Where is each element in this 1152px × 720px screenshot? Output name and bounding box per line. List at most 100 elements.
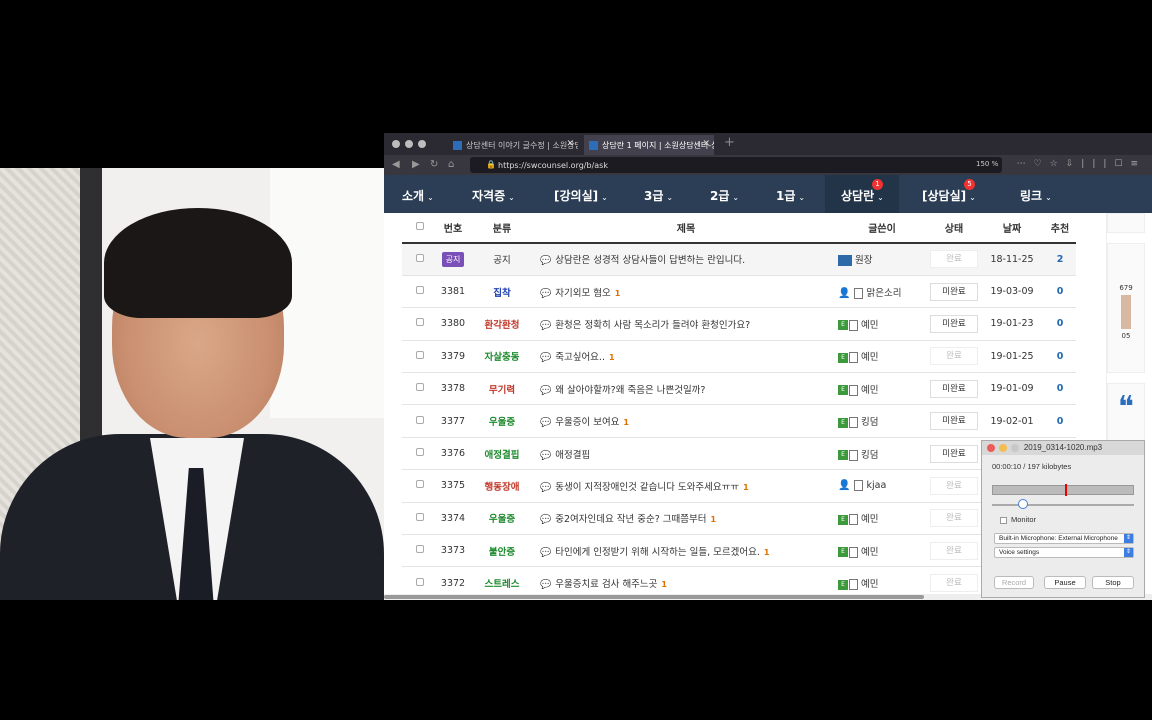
row-checkbox[interactable] [416,512,424,521]
post-title-link[interactable]: 죽고싶어요.. [555,352,605,363]
row-select[interactable] [402,340,438,374]
post-title-link[interactable]: 우울증치료 검사 해주느곳 [555,579,657,590]
author-name[interactable]: 원장 [855,255,872,266]
reload-icon[interactable]: ↻ [430,159,438,170]
nav-item-intro[interactable]: 소개 ⌄ [402,187,434,204]
monitor-option[interactable]: Monitor [1000,515,1036,524]
row-select[interactable] [402,502,438,536]
author-name[interactable]: 킹덤 [861,417,878,428]
close-window-icon[interactable] [392,140,400,148]
row-category[interactable]: 애정결핍 [468,437,536,471]
row-title[interactable]: 💬 죽고싶어요.. 1 [536,340,836,374]
maximize-window-icon[interactable] [418,140,426,148]
table-row[interactable]: 3380 환각환청 💬 환청은 정확히 사람 목소리가 들려야 환청인가요? E 예민 미완… [402,307,1076,341]
row-select[interactable] [402,372,438,406]
row-category[interactable]: 공지 [468,243,536,276]
table-row[interactable]: 3376 애정결핍 💬 애정결핍 E 킹덤 미완료 [402,437,1076,471]
row-author[interactable]: E 킹덤 [836,437,928,471]
scrollbar-thumb[interactable] [384,595,924,599]
row-checkbox[interactable] [416,577,424,586]
post-title-link[interactable]: 환청은 정확히 사람 목소리가 들려야 환청인가요? [555,320,750,331]
row-category[interactable]: 자살충동 [468,340,536,374]
post-title-link[interactable]: 상담란은 성경적 상담사들이 답변하는 란입니다. [555,255,745,266]
record-button[interactable]: Record [994,576,1034,589]
back-icon[interactable]: ◀ [392,159,400,170]
author-name[interactable]: 예민 [861,547,878,558]
row-author[interactable]: E 킹덤 [836,404,928,438]
row-title[interactable]: 💬 동생이 지적장애인것 같습니다 도와주세요ㅠㅠ 1 [536,469,836,503]
row-author[interactable]: E 예민 [836,307,928,341]
row-author[interactable]: E 예민 [836,534,928,568]
table-row[interactable]: 3381 집착 💬 자기외모 혐오 1 👤 맑은소리 미완료 19-03-09 0 [402,275,1076,309]
post-title-link[interactable]: 우울증이 보여요 [555,417,619,428]
row-checkbox[interactable] [416,350,424,359]
row-category[interactable]: 우울증 [468,404,536,438]
row-category[interactable]: 우울증 [468,502,536,536]
author-name[interactable]: 예민 [861,579,878,590]
address-bar[interactable]: 🔒 https://swcounsel.org/b/ask [470,157,1002,173]
kakao-talk-icon[interactable]: ❝ [1107,383,1145,443]
row-select[interactable] [402,307,438,341]
row-author[interactable]: 원장 [836,243,928,276]
row-select[interactable] [402,243,438,276]
author-name[interactable]: 맑은소리 [866,288,901,299]
nav-item-counsel-room[interactable]: 5 [상담실] ⌄ [922,179,976,204]
row-select[interactable] [402,469,438,503]
row-category[interactable]: 무기력 [468,372,536,406]
row-select[interactable] [402,404,438,438]
tab-close-icon[interactable]: ✕ [702,139,710,149]
row-title[interactable]: 💬 애정결핍 [536,437,836,471]
row-category[interactable]: 불안증 [468,534,536,568]
nav-item-level2[interactable]: 2급 ⌄ [710,187,739,204]
row-author[interactable]: E 예민 [836,372,928,406]
row-select[interactable] [402,275,438,309]
volume-slider[interactable] [992,504,1134,506]
table-row[interactable]: 3379 자살충동 💬 죽고싶어요.. 1 E 예민 완료 19-01-25 0 [402,340,1076,374]
author-name[interactable]: 예민 [861,385,878,396]
home-icon[interactable]: ⌂ [448,159,454,170]
row-title[interactable]: 💬 자기외모 혐오 1 [536,275,836,309]
table-row[interactable]: 3377 우울증 💬 우울증이 보여요 1 E 킹덤 미완료 19-02-01 0 [402,404,1076,438]
volume-slider-knob[interactable] [1018,499,1028,509]
zoom-level[interactable]: 150 % [976,160,998,168]
row-author[interactable]: 👤 kjaa [836,469,928,503]
select-all-header[interactable] [402,213,438,244]
row-checkbox[interactable] [416,545,424,554]
close-window-icon[interactable] [987,444,995,452]
post-title-link[interactable]: 자기외모 혐오 [555,288,610,299]
nav-item-counsel[interactable]: 1 상담란 ⌄ [825,175,899,213]
nav-item-certificate[interactable]: 자격증 ⌄ [472,187,515,204]
post-title-link[interactable]: 타인에게 인정받기 위해 시작하는 일들, 모르겠어요. [555,547,760,558]
table-row[interactable]: 3378 무기력 💬 왜 살아야할까?왜 죽음은 나쁜것일까? E 예민 미완료 19-01-… [402,372,1076,406]
row-category[interactable]: 행동장애 [468,469,536,503]
input-device-select[interactable]: Built-in Microphone: External Microphone… [994,533,1134,544]
row-title[interactable]: 💬 타인에게 인정받기 위해 시작하는 일들, 모르겠어요. 1 [536,534,836,568]
row-title[interactable]: 💬 왜 살아야할까?왜 죽음은 나쁜것일까? [536,372,836,406]
maximize-window-icon[interactable] [1011,444,1019,452]
browser-tab-1[interactable]: 상담센터 이야기 글수정 | 소원상담센 ✕ [448,135,578,155]
nav-item-level3[interactable]: 3급 ⌄ [644,187,673,204]
monitor-checkbox[interactable] [1000,516,1007,524]
row-title[interactable]: 💬 우울증이 보여요 1 [536,404,836,438]
post-title-link[interactable]: 동생이 지적장애인것 같습니다 도와주세요ㅠㅠ [555,482,739,493]
row-category[interactable]: 집착 [468,275,536,309]
browser-tab-2[interactable]: 상담란 1 페이지 | 소원상담센터-상담 ✕ [584,135,714,155]
nav-item-level1[interactable]: 1급 ⌄ [776,187,805,204]
row-title[interactable]: 💬 상담란은 성경적 상담사들이 답변하는 란입니다. [536,243,836,276]
table-row[interactable]: 3373 불안증 💬 타인에게 인정받기 위해 시작하는 일들, 모르겠어요. 1 E 예민… [402,534,1076,568]
stop-button[interactable]: Stop [1092,576,1134,589]
author-name[interactable]: 예민 [861,514,878,525]
minimize-window-icon[interactable] [405,140,413,148]
nav-item-links[interactable]: 링크 ⌄ [1020,187,1052,204]
voice-settings-select[interactable]: Voice settings ⇕ [994,547,1134,558]
table-row[interactable]: 3374 우울증 💬 중2여자인데요 작년 중순? 그때쯤부터 1 E 예민 완료 [402,502,1076,536]
row-checkbox[interactable] [416,253,424,262]
post-title-link[interactable]: 애정결핍 [555,450,590,461]
nav-item-lecture[interactable]: [강의실] ⌄ [554,187,608,204]
row-checkbox[interactable] [416,318,424,327]
minimize-window-icon[interactable] [999,444,1007,452]
table-row[interactable]: 공지 공지 💬 상담란은 성경적 상담사들이 답변하는 란입니다. 원장 완료 18-11-… [402,243,1076,276]
row-select[interactable] [402,534,438,568]
row-select[interactable] [402,437,438,471]
row-checkbox[interactable] [416,286,424,295]
